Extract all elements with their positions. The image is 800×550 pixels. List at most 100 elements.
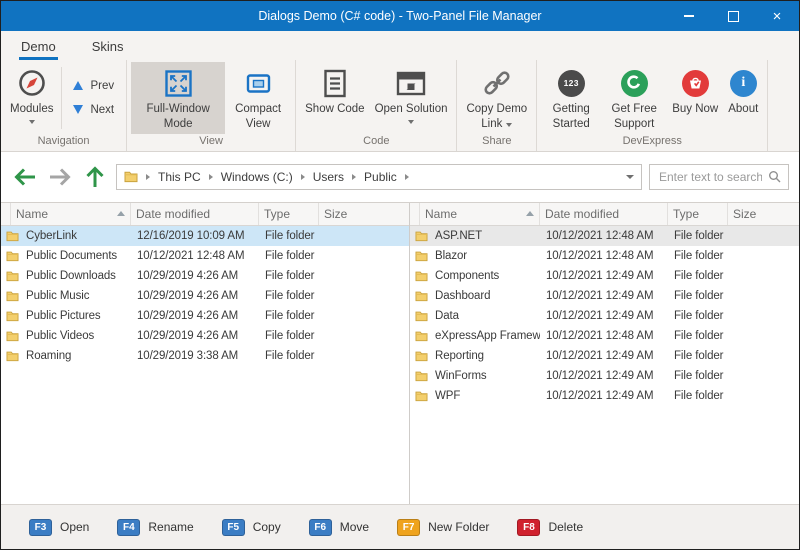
group-caption-code: Code bbox=[296, 134, 456, 151]
folder-icon bbox=[415, 330, 428, 342]
window-controls: × bbox=[667, 1, 799, 31]
f4-key-badge: F4 bbox=[117, 519, 140, 536]
column-header-date-modified[interactable]: Date modified bbox=[131, 203, 259, 225]
f8-key-badge: F8 bbox=[517, 519, 540, 536]
file-row[interactable]: Roaming 10/29/2019 3:38 AM File folder bbox=[1, 346, 409, 366]
get-free-support-button[interactable]: Get Free Support bbox=[601, 62, 667, 134]
file-row[interactable]: ASP.NET 10/12/2021 12:48 AM File folder bbox=[410, 226, 799, 246]
file-type: File folder bbox=[668, 350, 728, 362]
new-folder-button[interactable]: F7 New Folder bbox=[397, 519, 489, 536]
file-row[interactable]: WPF 10/12/2021 12:49 AM File folder bbox=[410, 386, 799, 406]
file-date-modified: 12/16/2019 10:09 AM bbox=[131, 230, 259, 242]
grid-header: Name Date modified Type Size bbox=[1, 203, 409, 226]
column-header-date-modified[interactable]: Date modified bbox=[540, 203, 668, 225]
file-row[interactable]: Blazor 10/12/2021 12:48 AM File folder bbox=[410, 246, 799, 266]
file-type: File folder bbox=[259, 270, 319, 282]
open-button[interactable]: F3 Open bbox=[29, 519, 89, 536]
folder-icon bbox=[6, 350, 19, 362]
back-button[interactable] bbox=[11, 164, 39, 190]
file-row[interactable]: CyberLink 12/16/2019 10:09 AM File folde… bbox=[1, 226, 409, 246]
breadcrumb-item-public[interactable]: Public bbox=[364, 170, 397, 184]
file-row[interactable]: eXpressApp Framework 10/12/2021 12:48 AM… bbox=[410, 326, 799, 346]
file-row[interactable]: Reporting 10/12/2021 12:49 AM File folde… bbox=[410, 346, 799, 366]
buy-now-button[interactable]: Buy Now bbox=[667, 62, 723, 134]
modules-button[interactable]: Modules bbox=[5, 62, 58, 134]
expand-arrows-icon bbox=[165, 67, 192, 99]
search-input[interactable] bbox=[657, 169, 764, 185]
breadcrumb-separator-icon bbox=[146, 174, 150, 180]
down-triangle-icon bbox=[73, 105, 83, 114]
copy-demo-link-button[interactable]: Copy Demo Link bbox=[461, 62, 532, 134]
column-header-name[interactable]: Name bbox=[420, 203, 540, 225]
compact-view-button[interactable]: Compact View bbox=[225, 62, 291, 134]
maximize-button[interactable] bbox=[711, 1, 755, 31]
file-row[interactable]: Data 10/12/2021 12:49 AM File folder bbox=[410, 306, 799, 326]
folder-icon bbox=[415, 390, 428, 402]
ribbon-group-navigation: Modules Prev Next Navigation bbox=[1, 60, 127, 151]
close-button[interactable]: × bbox=[755, 1, 799, 31]
file-row[interactable]: Components 10/12/2021 12:49 AM File fold… bbox=[410, 266, 799, 286]
file-row[interactable]: Public Downloads 10/29/2019 4:26 AM File… bbox=[1, 266, 409, 286]
file-name: WPF bbox=[435, 390, 460, 402]
up-arrow-icon bbox=[85, 165, 105, 189]
group-caption-view: View bbox=[127, 134, 295, 151]
show-code-button[interactable]: Show Code bbox=[300, 62, 369, 134]
about-button[interactable]: i About bbox=[723, 62, 763, 134]
info-circle-icon: i bbox=[730, 67, 757, 99]
file-name: Public Documents bbox=[26, 250, 117, 262]
up-button[interactable] bbox=[81, 164, 109, 190]
file-row[interactable]: Public Documents 10/12/2021 12:48 AM Fil… bbox=[1, 246, 409, 266]
copy-button[interactable]: F5 Copy bbox=[222, 519, 281, 536]
tab-skins[interactable]: Skins bbox=[90, 35, 126, 60]
folder-icon bbox=[415, 250, 428, 262]
group-caption-navigation: Navigation bbox=[1, 134, 126, 151]
breadcrumb-item-this-pc[interactable]: This PC bbox=[158, 170, 201, 184]
breadcrumb-dropdown-icon[interactable] bbox=[626, 175, 634, 179]
breadcrumb-item-windows-c[interactable]: Windows (C:) bbox=[221, 170, 293, 184]
delete-button[interactable]: F8 Delete bbox=[517, 519, 583, 536]
ribbon-group-share: Copy Demo Link Share bbox=[457, 60, 537, 151]
forward-button[interactable] bbox=[46, 164, 74, 190]
column-header-type[interactable]: Type bbox=[668, 203, 728, 225]
breadcrumb[interactable]: This PC Windows (C:) Users Public bbox=[116, 164, 642, 190]
column-header-size[interactable]: Size bbox=[728, 203, 799, 225]
function-key-bar: F3 Open F4 Rename F5 Copy F6 Move F7 New… bbox=[1, 504, 799, 549]
file-row[interactable]: Public Videos 10/29/2019 4:26 AM File fo… bbox=[1, 326, 409, 346]
window-inset-icon bbox=[245, 67, 272, 99]
open-solution-button[interactable]: Open Solution bbox=[370, 62, 453, 134]
tab-demo[interactable]: Demo bbox=[19, 35, 58, 60]
getting-started-button[interactable]: 123 Getting Started bbox=[541, 62, 601, 134]
minimize-button[interactable] bbox=[667, 1, 711, 31]
move-button[interactable]: F6 Move bbox=[309, 519, 369, 536]
full-window-mode-button[interactable]: Full-Window Mode bbox=[131, 62, 225, 134]
column-header-type[interactable]: Type bbox=[259, 203, 319, 225]
file-type: File folder bbox=[259, 330, 319, 342]
folder-icon bbox=[6, 230, 19, 242]
file-date-modified: 10/29/2019 4:26 AM bbox=[131, 310, 259, 322]
group-caption-share: Share bbox=[457, 134, 536, 151]
file-list: ASP.NET 10/12/2021 12:48 AM File folder … bbox=[410, 226, 799, 504]
file-row[interactable]: Public Music 10/29/2019 4:26 AM File fol… bbox=[1, 286, 409, 306]
maximize-icon bbox=[728, 11, 739, 22]
file-name: Reporting bbox=[435, 350, 484, 362]
numbers-123-circle-icon: 123 bbox=[558, 67, 585, 99]
rename-button[interactable]: F4 Rename bbox=[117, 519, 193, 536]
chevron-down-icon bbox=[506, 123, 512, 127]
file-row[interactable]: Dashboard 10/12/2021 12:49 AM File folde… bbox=[410, 286, 799, 306]
column-header-size[interactable]: Size bbox=[319, 203, 409, 225]
group-caption-devexpress: DevExpress bbox=[537, 134, 767, 151]
prev-button[interactable]: Prev bbox=[73, 80, 114, 92]
breadcrumb-item-users[interactable]: Users bbox=[313, 170, 344, 184]
file-name: CyberLink bbox=[26, 230, 77, 242]
file-row[interactable]: WinForms 10/12/2021 12:49 AM File folder bbox=[410, 366, 799, 386]
column-header-name[interactable]: Name bbox=[11, 203, 131, 225]
app-window: Dialogs Demo (C# code) - Two-Panel File … bbox=[0, 0, 800, 550]
file-name: Public Downloads bbox=[26, 270, 116, 282]
sort-ascending-icon bbox=[526, 211, 534, 216]
compass-icon bbox=[17, 67, 47, 99]
group-separator bbox=[61, 67, 62, 129]
file-type: File folder bbox=[668, 250, 728, 262]
file-row[interactable]: Public Pictures 10/29/2019 4:26 AM File … bbox=[1, 306, 409, 326]
file-name: Dashboard bbox=[435, 290, 490, 302]
next-button[interactable]: Next bbox=[73, 104, 114, 116]
